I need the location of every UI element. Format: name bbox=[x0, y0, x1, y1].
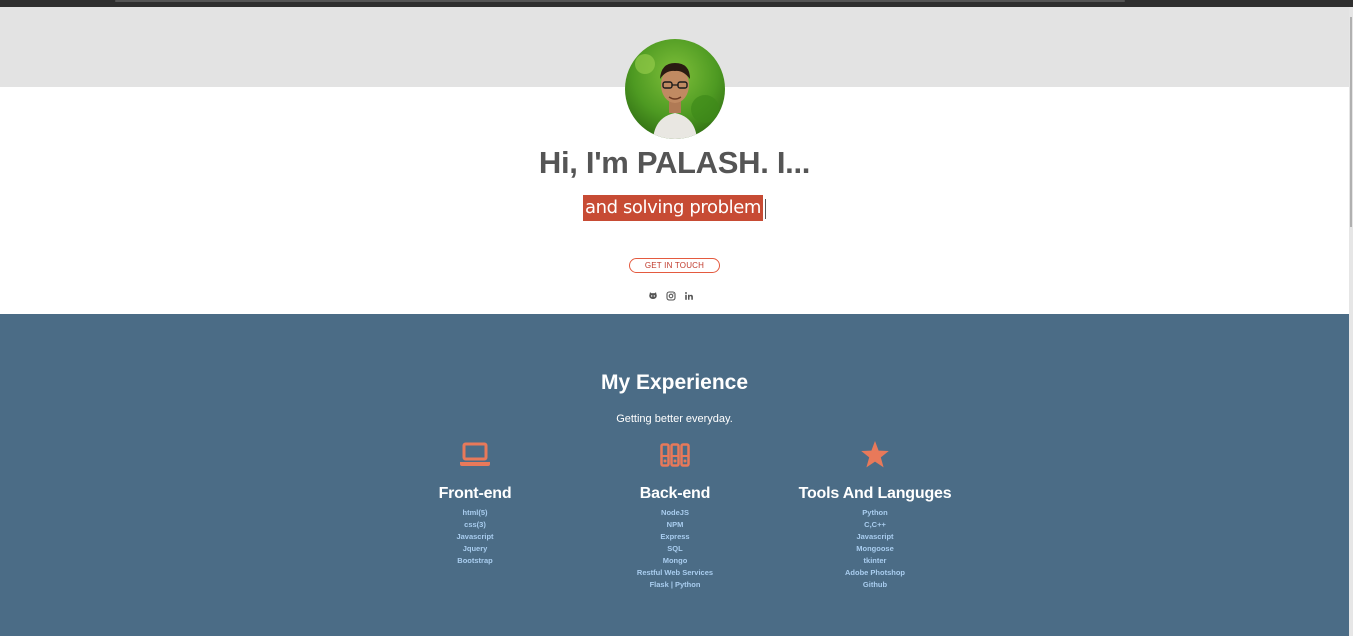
list-item: SQL bbox=[667, 544, 683, 553]
get-in-touch-button[interactable]: GET IN TOUCH bbox=[629, 258, 720, 273]
github-icon[interactable] bbox=[648, 291, 658, 301]
instagram-icon[interactable] bbox=[666, 291, 676, 301]
list-item: NPM bbox=[666, 520, 684, 529]
typed-text: and solving problem bbox=[582, 195, 764, 221]
list-item: Adobe Photshop bbox=[845, 568, 905, 577]
backend-list: NodeJS NPM Express SQL Mongo Restful Web… bbox=[575, 507, 775, 591]
typed-text-wrap: and solving problem bbox=[0, 195, 1349, 221]
list-item: Bootstrap bbox=[457, 556, 493, 565]
social-links bbox=[648, 291, 694, 303]
backend-column: Back-end NodeJS NPM Express SQL Mongo Re… bbox=[575, 438, 775, 591]
list-item: Restful Web Services bbox=[636, 568, 714, 577]
list-item: Javascript bbox=[856, 532, 894, 541]
list-item: Jquery bbox=[462, 544, 488, 553]
avatar bbox=[625, 39, 725, 139]
experience-title: My Experience bbox=[600, 371, 749, 394]
avatar-image bbox=[625, 39, 725, 139]
list-item: html(5) bbox=[462, 508, 488, 517]
scrollbar[interactable] bbox=[1349, 7, 1353, 636]
list-item: Python bbox=[862, 508, 888, 517]
list-item: Flask | Python bbox=[649, 580, 701, 589]
frontend-column: Front-end html(5) css(3) Javascript Jque… bbox=[375, 438, 575, 567]
list-item: css(3) bbox=[464, 520, 486, 529]
list-item: tkinter bbox=[863, 556, 887, 565]
list-item: Mongoose bbox=[856, 544, 894, 553]
tools-title: Tools And Languges bbox=[798, 485, 952, 502]
scrollbar-thumb[interactable] bbox=[1350, 17, 1352, 227]
browser-top-bar bbox=[0, 0, 1353, 7]
list-item: Mongo bbox=[662, 556, 688, 565]
address-bar bbox=[115, 0, 1125, 2]
linkedin-icon[interactable] bbox=[684, 291, 694, 301]
list-item: NodeJS bbox=[661, 508, 689, 517]
frontend-list: html(5) css(3) Javascript Jquery Bootstr… bbox=[375, 507, 575, 567]
hero-headline: Hi, I'm PALASH. I... bbox=[538, 145, 811, 180]
typing-caret bbox=[765, 198, 767, 219]
list-item: C,C++ bbox=[864, 520, 886, 529]
page: Hi, I'm PALASH. I... and solving problem… bbox=[0, 7, 1349, 636]
list-item: Github bbox=[862, 580, 888, 589]
backend-title: Back-end bbox=[639, 485, 711, 502]
experience-subtitle: Getting better everyday. bbox=[616, 413, 733, 425]
list-item: Javascript bbox=[456, 532, 494, 541]
tools-column: Tools And Languges Python C,C++ Javascri… bbox=[775, 438, 975, 591]
tools-list: Python C,C++ Javascript Mongoose tkinter… bbox=[775, 507, 975, 591]
laptop-icon bbox=[375, 438, 575, 472]
star-icon bbox=[775, 438, 975, 472]
list-item: Express bbox=[660, 532, 690, 541]
experience-section: My Experience Getting better everyday. F… bbox=[0, 314, 1349, 636]
server-icon bbox=[575, 438, 775, 472]
frontend-title: Front-end bbox=[438, 485, 512, 502]
